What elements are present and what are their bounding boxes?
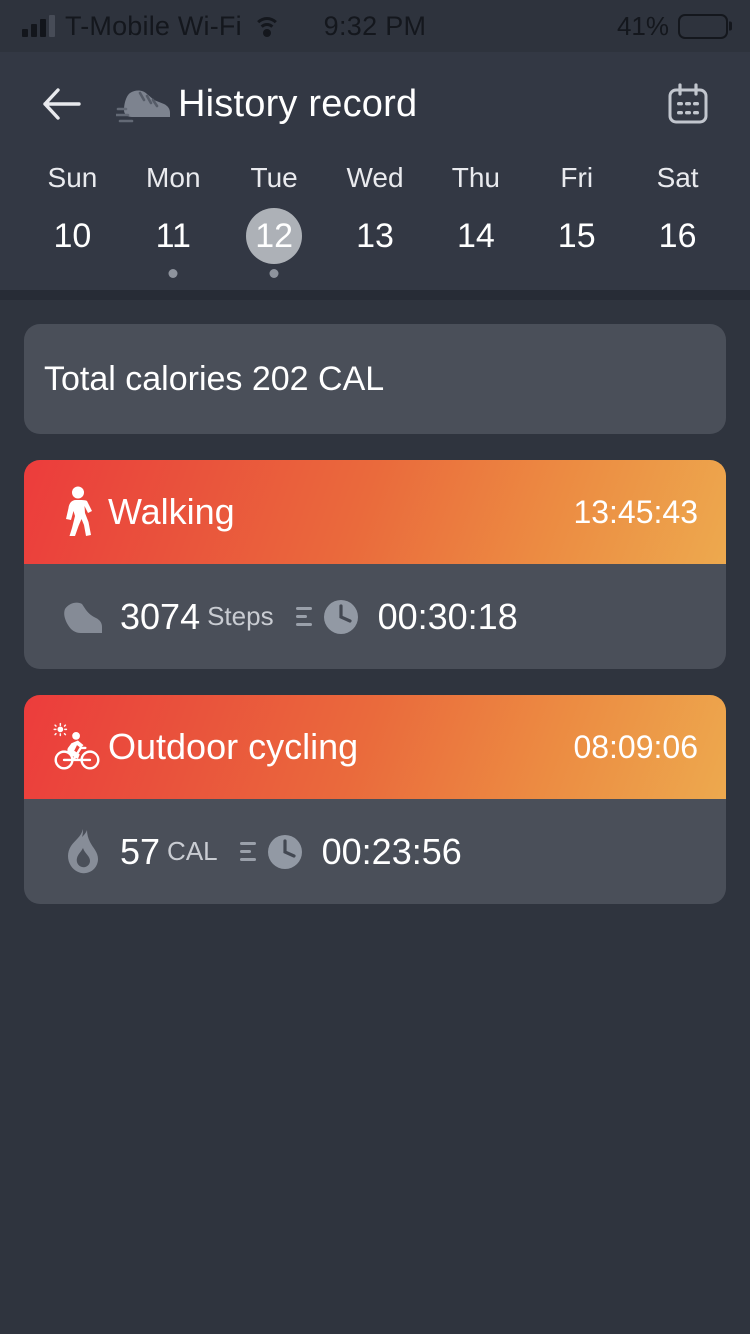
day-name-label: Sun xyxy=(47,162,98,193)
back-arrow-icon xyxy=(43,88,81,120)
page-title-group: History record xyxy=(116,79,417,129)
status-bar-left: T-Mobile Wi-Fi xyxy=(22,11,282,42)
day-name-label: Sat xyxy=(656,162,699,193)
day-number-label: 16 xyxy=(658,216,697,255)
activity-name-label: Walking xyxy=(108,491,235,532)
clock-icon xyxy=(323,599,358,634)
primary-stat: 3074 Steps xyxy=(58,595,274,639)
motion-lines-icon xyxy=(295,607,312,626)
day-cell-mon[interactable]: Mon 11 xyxy=(123,162,224,278)
primary-stat-unit: Steps xyxy=(207,601,274,631)
duration-stat: 00:23:56 xyxy=(239,830,462,874)
activity-name-label: Outdoor cycling xyxy=(108,726,359,767)
activity-list: Walking 13:45:43 3074 Steps 00:30:18 Outdoor … xyxy=(24,460,726,904)
primary-stat: 57 CAL xyxy=(58,828,218,876)
day-number-wrap: 16 xyxy=(650,208,706,264)
duration-stat: 00:30:18 xyxy=(295,595,518,639)
activity-card[interactable]: Outdoor cycling 08:09:06 57 CAL 00:23:56 xyxy=(24,695,726,904)
activity-type-icon xyxy=(52,486,102,538)
signal-bars-icon xyxy=(22,15,55,37)
day-number-wrap: 11 xyxy=(145,208,201,278)
day-number-label: 15 xyxy=(557,216,596,255)
duration-icon xyxy=(316,595,366,639)
activity-dot xyxy=(269,269,279,278)
page-title: History record xyxy=(178,82,418,125)
primary-stat-value: 57 xyxy=(120,830,161,872)
total-calories-card: Total calories 202 CAL xyxy=(24,324,726,434)
day-name-label: Thu xyxy=(451,162,500,193)
activity-stats: 3074 Steps 00:30:18 xyxy=(24,564,726,669)
total-calories-label: Total calories 202 CAL xyxy=(44,359,385,398)
walking-person-icon xyxy=(66,486,92,536)
day-number-wrap: 10 xyxy=(44,208,100,264)
battery-percent-label: 41% xyxy=(616,10,669,41)
activity-dot xyxy=(168,269,178,278)
primary-stat-value: 3074 xyxy=(120,595,201,637)
activity-card[interactable]: Walking 13:45:43 3074 Steps 00:30:18 xyxy=(24,460,726,669)
primary-stat-unit: CAL xyxy=(167,836,218,866)
duration-value: 00:30:18 xyxy=(377,595,518,637)
wifi-icon xyxy=(252,15,282,37)
day-cell-fri[interactable]: Fri 15 xyxy=(526,162,627,264)
day-number-wrap: 15 xyxy=(549,208,605,264)
day-number-label: 14 xyxy=(456,216,495,255)
main-content: Total calories 202 CAL Walking 13:45:43 30… xyxy=(0,300,750,1334)
cycling-icon xyxy=(53,722,100,770)
activity-type-icon xyxy=(52,721,102,773)
activity-header: Walking 13:45:43 xyxy=(24,460,726,564)
day-number-wrap: 12 xyxy=(246,208,303,278)
day-number-label: 11 xyxy=(155,216,191,255)
day-cell-sun[interactable]: Sun 10 xyxy=(22,162,123,264)
day-number-label: 13 xyxy=(356,216,394,255)
day-cell-thu[interactable]: Thu 14 xyxy=(425,162,526,264)
calendar-button[interactable] xyxy=(660,76,716,132)
day-number-wrap: 14 xyxy=(448,208,504,264)
day-cell-tue[interactable]: Tue 12 xyxy=(224,162,325,278)
primary-stat-icon xyxy=(58,595,108,639)
day-name-label: Tue xyxy=(250,162,298,193)
app-header: History record xyxy=(0,52,750,156)
duration-value: 00:23:56 xyxy=(321,830,462,872)
activity-stats: 57 CAL 00:23:56 xyxy=(24,799,726,904)
status-bar-clock: 9:32 PM xyxy=(323,10,427,41)
status-bar: T-Mobile Wi-Fi 9:32 PM 41% xyxy=(0,0,750,52)
day-cell-wed[interactable]: Wed 13 xyxy=(325,162,426,264)
clock-icon xyxy=(267,834,302,869)
status-bar-right: 41% xyxy=(617,11,728,42)
duration-icon xyxy=(260,830,310,874)
carrier-label: T-Mobile Wi-Fi xyxy=(65,10,242,41)
day-name-label: Wed xyxy=(346,162,404,193)
battery-icon xyxy=(678,13,728,39)
day-number-wrap: 13 xyxy=(347,208,403,264)
activity-header: Outdoor cycling 08:09:06 xyxy=(24,695,726,799)
day-number-label: 12 xyxy=(255,216,294,255)
day-number-label: 10 xyxy=(53,216,92,255)
flame-icon xyxy=(68,828,98,873)
activity-timestamp: 08:09:06 xyxy=(573,728,698,765)
activity-timestamp: 13:45:43 xyxy=(573,493,698,530)
header-divider xyxy=(0,290,750,300)
back-button[interactable] xyxy=(34,77,88,131)
motion-lines-icon xyxy=(239,842,256,861)
week-day-selector[interactable]: Sun 10 Mon 11 Tue 12 Wed 13 Thu 14 Fri 15 Sat 16 xyxy=(0,156,750,290)
calendar-icon xyxy=(668,83,708,124)
primary-stat-icon xyxy=(58,828,108,876)
footprint-icon xyxy=(64,602,102,633)
day-cell-sat[interactable]: Sat 16 xyxy=(627,162,728,264)
day-name-label: Mon xyxy=(146,162,201,193)
day-name-label: Fri xyxy=(560,162,594,193)
running-shoe-icon xyxy=(116,90,170,123)
